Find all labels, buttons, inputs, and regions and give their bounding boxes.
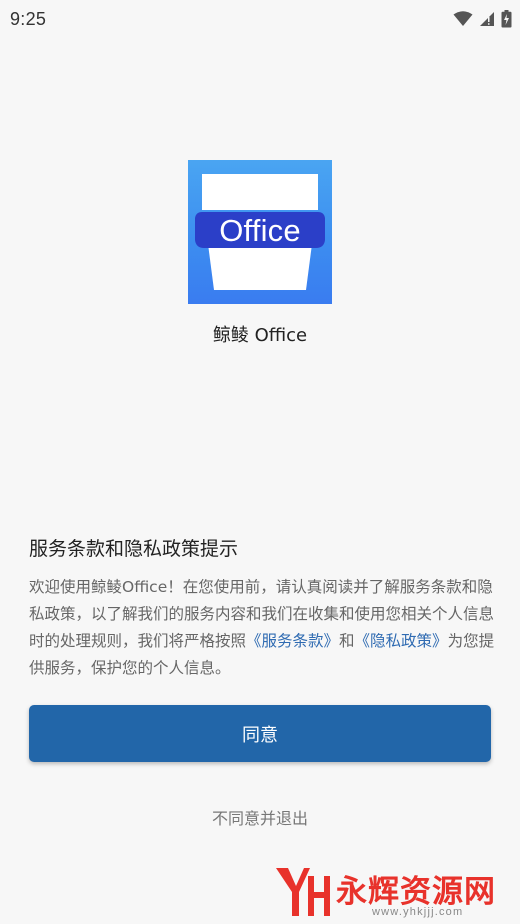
app-name: 鲸鲮 Office: [212, 325, 308, 346]
status-bar: 9:25: [0, 0, 520, 38]
status-time: 9:25: [10, 8, 47, 29]
watermark-url: www.yhkjjj.com: [372, 906, 464, 918]
privacy-link[interactable]: 《隐私政策》: [355, 632, 448, 650]
dialog-title: 服务条款和隐私政策提示: [29, 538, 239, 560]
app-icon-label: Office: [219, 213, 301, 248]
agree-button[interactable]: 同意: [29, 705, 491, 762]
terms-link[interactable]: 《服务条款》: [246, 632, 339, 650]
dialog-body: 欢迎使用鲸鲮Office！在您使用前，请认真阅读并了解服务条款和隐私政策，以了解…: [29, 574, 499, 682]
watermark-text: 永辉资源网: [336, 874, 496, 910]
status-icons: [453, 10, 512, 28]
wifi-icon: [453, 11, 473, 27]
watermark-logo-icon: [276, 868, 330, 916]
disagree-button[interactable]: 不同意并退出: [0, 806, 520, 832]
battery-icon: [501, 10, 512, 28]
signal-icon: [479, 11, 495, 27]
body-text-and: 和: [339, 632, 355, 650]
app-icon: Office: [188, 160, 332, 304]
watermark: 永辉资源网 www.yhkjjj.com: [272, 862, 516, 920]
